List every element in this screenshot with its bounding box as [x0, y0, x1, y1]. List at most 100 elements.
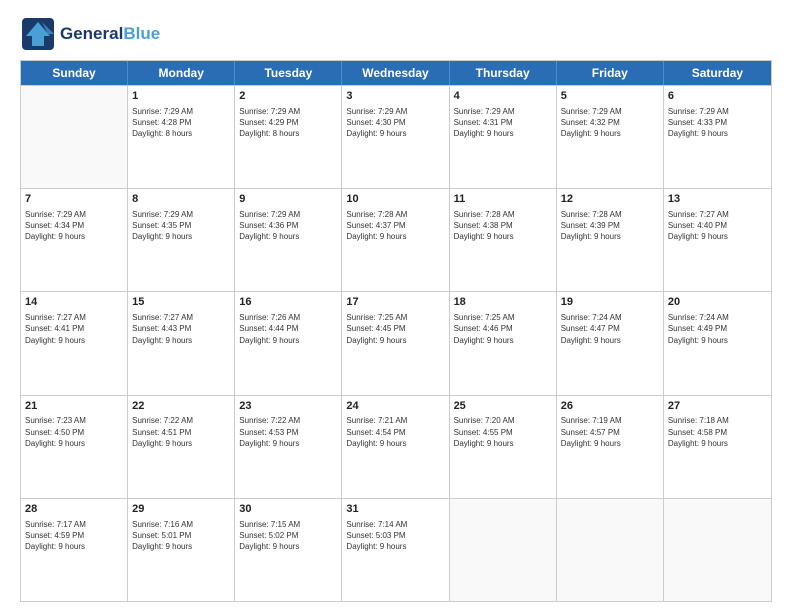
day-info: Sunrise: 7:22 AMSunset: 4:51 PMDaylight:…	[132, 415, 230, 449]
day-info: Sunrise: 7:28 AMSunset: 4:39 PMDaylight:…	[561, 209, 659, 243]
empty-cell	[557, 499, 664, 601]
day-cell-17: 17 Sunrise: 7:25 AMSunset: 4:45 PMDayligh…	[342, 292, 449, 394]
day-info: Sunrise: 7:29 AMSunset: 4:30 PMDaylight:…	[346, 106, 444, 140]
day-info: Sunrise: 7:23 AMSunset: 4:50 PMDaylight:…	[25, 415, 123, 449]
day-number: 18	[454, 295, 552, 310]
day-number: 31	[346, 502, 444, 517]
header: GeneralBlue	[20, 16, 772, 52]
weekday-header-tuesday: Tuesday	[235, 61, 342, 85]
day-cell-29: 29 Sunrise: 7:16 AMSunset: 5:01 PMDayligh…	[128, 499, 235, 601]
day-info: Sunrise: 7:29 AMSunset: 4:33 PMDaylight:…	[668, 106, 767, 140]
day-number: 5	[561, 89, 659, 104]
day-info: Sunrise: 7:29 AMSunset: 4:31 PMDaylight:…	[454, 106, 552, 140]
day-number: 12	[561, 192, 659, 207]
calendar-row-5: 28Sunrise: 7:17 AMSunset: 4:59 PMDayligh…	[21, 498, 771, 601]
empty-cell	[664, 499, 771, 601]
day-cell-19: 19Sunrise: 7:24 AMSunset: 4:47 PMDayligh…	[557, 292, 664, 394]
day-number: 26	[561, 399, 659, 414]
calendar-header: SundayMondayTuesdayWednesdayThursdayFrid…	[21, 61, 771, 85]
day-number: 6	[668, 89, 767, 104]
day-number: 10	[346, 192, 444, 207]
day-cell-30: 30 Sunrise: 7:15 AMSunset: 5:02 PMDayligh…	[235, 499, 342, 601]
day-number: 7	[25, 192, 123, 207]
day-info: Sunrise: 7:29 AMSunset: 4:35 PMDaylight:…	[132, 209, 230, 243]
day-cell-11: 11 Sunrise: 7:28 AMSunset: 4:38 PMDayligh…	[450, 189, 557, 291]
day-cell-27: 27Sunrise: 7:18 AMSunset: 4:58 PMDayligh…	[664, 396, 771, 498]
day-info: Sunrise: 7:26 AMSunset: 4:44 PMDaylight:…	[239, 312, 337, 346]
logo-text-block: GeneralBlue	[60, 25, 160, 44]
day-number: 11	[454, 192, 552, 207]
day-number: 22	[132, 399, 230, 414]
day-cell-20: 20 Sunrise: 7:24 AMSunset: 4:49 PMDayligh…	[664, 292, 771, 394]
day-cell-2: 2Sunrise: 7:29 AMSunset: 4:29 PMDaylight…	[235, 86, 342, 188]
logo-line1: GeneralBlue	[60, 25, 160, 44]
day-number: 21	[25, 399, 123, 414]
day-number: 30	[239, 502, 337, 517]
day-number: 8	[132, 192, 230, 207]
day-cell-25: 25Sunrise: 7:20 AMSunset: 4:55 PMDayligh…	[450, 396, 557, 498]
day-info: Sunrise: 7:21 AMSunset: 4:54 PMDaylight:…	[346, 415, 444, 449]
day-info: Sunrise: 7:29 AMSunset: 4:36 PMDaylight:…	[239, 209, 337, 243]
weekday-header-friday: Friday	[557, 61, 664, 85]
day-info: Sunrise: 7:16 AMSunset: 5:01 PMDaylight:…	[132, 519, 230, 553]
empty-cell	[21, 86, 128, 188]
weekday-header-sunday: Sunday	[21, 61, 128, 85]
calendar-row-3: 14Sunrise: 7:27 AMSunset: 4:41 PMDayligh…	[21, 291, 771, 394]
day-cell-6: 6 Sunrise: 7:29 AMSunset: 4:33 PMDaylight…	[664, 86, 771, 188]
empty-cell	[450, 499, 557, 601]
day-info: Sunrise: 7:29 AMSunset: 4:28 PMDaylight:…	[132, 106, 230, 140]
weekday-header-thursday: Thursday	[450, 61, 557, 85]
calendar-row-1: 1Sunrise: 7:29 AMSunset: 4:28 PMDaylight…	[21, 85, 771, 188]
calendar-row-4: 21Sunrise: 7:23 AMSunset: 4:50 PMDayligh…	[21, 395, 771, 498]
day-cell-15: 15Sunrise: 7:27 AMSunset: 4:43 PMDayligh…	[128, 292, 235, 394]
day-cell-13: 13 Sunrise: 7:27 AMSunset: 4:40 PMDayligh…	[664, 189, 771, 291]
day-cell-23: 23Sunrise: 7:22 AMSunset: 4:53 PMDayligh…	[235, 396, 342, 498]
day-number: 4	[454, 89, 552, 104]
day-info: Sunrise: 7:27 AMSunset: 4:40 PMDaylight:…	[668, 209, 767, 243]
day-info: Sunrise: 7:28 AMSunset: 4:38 PMDaylight:…	[454, 209, 552, 243]
day-info: Sunrise: 7:14 AMSunset: 5:03 PMDaylight:…	[346, 519, 444, 553]
day-number: 24	[346, 399, 444, 414]
day-cell-21: 21Sunrise: 7:23 AMSunset: 4:50 PMDayligh…	[21, 396, 128, 498]
day-number: 25	[454, 399, 552, 414]
day-cell-3: 3 Sunrise: 7:29 AMSunset: 4:30 PMDaylight…	[342, 86, 449, 188]
day-cell-26: 26Sunrise: 7:19 AMSunset: 4:57 PMDayligh…	[557, 396, 664, 498]
day-cell-7: 7 Sunrise: 7:29 AMSunset: 4:34 PMDaylight…	[21, 189, 128, 291]
day-info: Sunrise: 7:25 AMSunset: 4:46 PMDaylight:…	[454, 312, 552, 346]
calendar-row-2: 7 Sunrise: 7:29 AMSunset: 4:34 PMDaylight…	[21, 188, 771, 291]
day-info: Sunrise: 7:29 AMSunset: 4:29 PMDaylight:…	[239, 106, 337, 140]
day-number: 20	[668, 295, 767, 310]
day-cell-4: 4 Sunrise: 7:29 AMSunset: 4:31 PMDaylight…	[450, 86, 557, 188]
weekday-header-monday: Monday	[128, 61, 235, 85]
day-info: Sunrise: 7:27 AMSunset: 4:41 PMDaylight:…	[25, 312, 123, 346]
logo: GeneralBlue	[20, 16, 160, 52]
day-info: Sunrise: 7:25 AMSunset: 4:45 PMDaylight:…	[346, 312, 444, 346]
day-cell-8: 8 Sunrise: 7:29 AMSunset: 4:35 PMDaylight…	[128, 189, 235, 291]
day-cell-10: 10Sunrise: 7:28 AMSunset: 4:37 PMDayligh…	[342, 189, 449, 291]
day-number: 13	[668, 192, 767, 207]
page: GeneralBlue SundayMondayTuesdayWednesday…	[0, 0, 792, 612]
day-cell-12: 12 Sunrise: 7:28 AMSunset: 4:39 PMDayligh…	[557, 189, 664, 291]
day-info: Sunrise: 7:22 AMSunset: 4:53 PMDaylight:…	[239, 415, 337, 449]
day-info: Sunrise: 7:18 AMSunset: 4:58 PMDaylight:…	[668, 415, 767, 449]
day-info: Sunrise: 7:17 AMSunset: 4:59 PMDaylight:…	[25, 519, 123, 553]
day-number: 17	[346, 295, 444, 310]
day-info: Sunrise: 7:29 AMSunset: 4:34 PMDaylight:…	[25, 209, 123, 243]
calendar: SundayMondayTuesdayWednesdayThursdayFrid…	[20, 60, 772, 602]
day-cell-9: 9Sunrise: 7:29 AMSunset: 4:36 PMDaylight…	[235, 189, 342, 291]
day-info: Sunrise: 7:29 AMSunset: 4:32 PMDaylight:…	[561, 106, 659, 140]
weekday-header-wednesday: Wednesday	[342, 61, 449, 85]
logo-icon	[20, 16, 56, 52]
day-cell-18: 18 Sunrise: 7:25 AMSunset: 4:46 PMDayligh…	[450, 292, 557, 394]
day-info: Sunrise: 7:24 AMSunset: 4:49 PMDaylight:…	[668, 312, 767, 346]
weekday-header-saturday: Saturday	[664, 61, 771, 85]
day-info: Sunrise: 7:27 AMSunset: 4:43 PMDaylight:…	[132, 312, 230, 346]
day-info: Sunrise: 7:20 AMSunset: 4:55 PMDaylight:…	[454, 415, 552, 449]
day-number: 27	[668, 399, 767, 414]
day-info: Sunrise: 7:15 AMSunset: 5:02 PMDaylight:…	[239, 519, 337, 553]
day-number: 3	[346, 89, 444, 104]
day-info: Sunrise: 7:19 AMSunset: 4:57 PMDaylight:…	[561, 415, 659, 449]
day-number: 29	[132, 502, 230, 517]
day-number: 16	[239, 295, 337, 310]
day-cell-22: 22Sunrise: 7:22 AMSunset: 4:51 PMDayligh…	[128, 396, 235, 498]
